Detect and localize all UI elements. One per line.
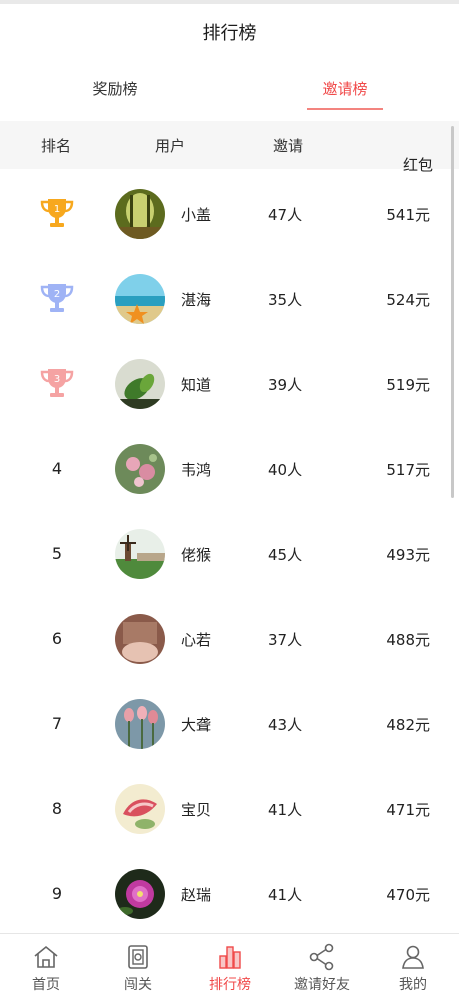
level-icon: [128, 945, 148, 969]
tab-level[interactable]: 闯关: [92, 940, 184, 998]
user-name: 韦鸿: [181, 461, 212, 479]
tab-label: 排行榜: [209, 977, 251, 993]
user-name: 心若: [181, 631, 212, 649]
avatar[interactable]: [115, 359, 165, 409]
avatar[interactable]: [115, 529, 165, 579]
invite-count: 41人: [268, 801, 303, 819]
avatar[interactable]: [115, 869, 165, 919]
invite-count: 40人: [268, 461, 303, 479]
rank-number: 6: [51, 628, 63, 648]
user-name: 宝贝: [181, 801, 212, 819]
column-header-rank: 排名: [40, 137, 71, 155]
rank-number: 7: [51, 713, 63, 733]
avatar[interactable]: [115, 444, 165, 494]
bonus-amount: 519元: [386, 376, 430, 394]
board-tabs: 奖励榜 邀请榜: [0, 62, 459, 120]
bonus-amount: 524元: [386, 291, 430, 309]
table-row[interactable]: 7 大聋 43人 482元: [0, 681, 451, 766]
user-name: 大聋: [181, 716, 212, 734]
bonus-amount: 493元: [386, 546, 430, 564]
bottom-tab-bar: 首页 闯关 排行榜 邀请好友 我的: [0, 933, 459, 1000]
tab-invite-friends[interactable]: 邀请好友: [276, 940, 368, 998]
avatar[interactable]: [115, 274, 165, 324]
rank-number: 1: [54, 204, 60, 215]
rank-number: 3: [54, 374, 60, 385]
ranking-icon: [219, 946, 241, 969]
invite-count: 47人: [268, 206, 303, 224]
rank-cell: 3: [34, 363, 80, 403]
tab-label: 闯关: [124, 977, 152, 993]
tab-mine[interactable]: 我的: [367, 940, 459, 998]
avatar[interactable]: [115, 189, 165, 239]
column-header-invite: 邀请: [272, 137, 303, 155]
user-icon: [402, 945, 424, 969]
avatar[interactable]: [115, 784, 165, 834]
column-header-user: 用户: [154, 137, 185, 155]
invite-count: 45人: [268, 546, 303, 564]
tab-label: 邀请好友: [294, 977, 350, 993]
table-row[interactable]: 1 小盖 47人 541元: [0, 171, 451, 256]
avatar[interactable]: [115, 699, 165, 749]
trophy-bronze-icon: 3: [40, 369, 74, 397]
table-row[interactable]: 8 宝贝 41人 471元: [0, 766, 451, 851]
page-title: 排行榜: [202, 23, 257, 44]
ranking-list: 1 小盖 47人 541元 2 湛海 35人 524元 3 知道 39人 519…: [0, 171, 459, 931]
bonus-amount: 482元: [386, 716, 430, 734]
user-name: 赵瑞: [181, 886, 212, 904]
invite-count: 37人: [268, 631, 303, 649]
app-header: 排行榜: [0, 4, 459, 60]
rank-number: 8: [51, 798, 63, 818]
active-tab-indicator: [307, 108, 383, 110]
tab-label: 我的: [399, 977, 427, 993]
rank-number: 2: [54, 289, 60, 300]
bonus-amount: 541元: [386, 206, 430, 224]
tab-label: 首页: [32, 977, 60, 993]
table-row[interactable]: 6 心若 37人 488元: [0, 596, 451, 681]
table-row[interactable]: 2 湛海 35人 524元: [0, 256, 451, 341]
invite-count: 39人: [268, 376, 303, 394]
bonus-amount: 517元: [386, 461, 430, 479]
rank-number: 4: [51, 458, 63, 478]
user-name: 湛海: [181, 291, 212, 309]
invite-count: 35人: [268, 291, 303, 309]
bonus-amount: 471元: [386, 801, 430, 819]
rank-cell: 1: [34, 193, 80, 233]
avatar[interactable]: [115, 614, 165, 664]
home-icon: [34, 945, 58, 968]
table-header: 排名 用户 邀请 红包: [0, 121, 459, 174]
rank-cell: 2: [34, 278, 80, 318]
bonus-amount: 488元: [386, 631, 430, 649]
trophy-silver-icon: 2: [40, 284, 74, 312]
tab-invite-board[interactable]: 邀请榜: [285, 78, 405, 99]
rank-number: 5: [51, 543, 63, 563]
table-row[interactable]: 5 佬猴 45人 493元: [0, 511, 451, 596]
trophy-gold-icon: 1: [40, 199, 74, 227]
user-name: 佬猴: [181, 546, 212, 564]
tab-home[interactable]: 首页: [0, 940, 92, 998]
table-row[interactable]: 9 赵瑞 41人 470元: [0, 851, 451, 931]
rank-number: 9: [51, 883, 63, 903]
tab-ranking[interactable]: 排行榜: [184, 940, 276, 998]
invite-count: 41人: [268, 886, 303, 904]
share-icon: [309, 943, 334, 971]
user-name: 小盖: [181, 206, 212, 224]
tab-reward-board[interactable]: 奖励榜: [55, 78, 175, 99]
bonus-amount: 470元: [386, 886, 430, 904]
user-name: 知道: [181, 376, 212, 394]
invite-count: 43人: [268, 716, 303, 734]
table-row[interactable]: 4 韦鸿 40人 517元: [0, 426, 451, 511]
table-row[interactable]: 3 知道 39人 519元: [0, 341, 451, 426]
